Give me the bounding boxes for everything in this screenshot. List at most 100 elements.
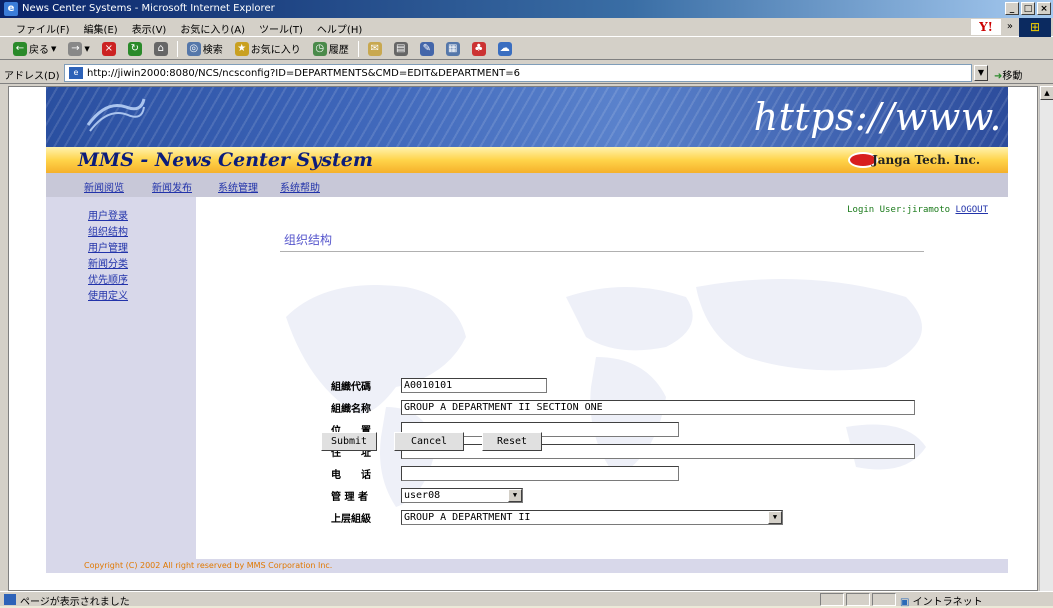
window-controls: _ □ × [1005, 2, 1051, 15]
phone-label: 电 话 [331, 469, 371, 481]
messenger-icon: ♣ [471, 41, 486, 56]
sidebar-item-news-category[interactable]: 新闻分类 [88, 255, 128, 270]
section-title: 组织结构 [284, 233, 333, 247]
sidebar: 用户登录 组织结构 用户管理 新闻分类 优先顺序 使用定义 [46, 197, 196, 559]
address-bar: アドレス(D) e ▼ ➜移動 [0, 62, 1053, 84]
back-button[interactable]: ← 戻る ▼ [10, 41, 59, 56]
home-icon: ⌂ [153, 41, 168, 56]
close-button[interactable]: × [1037, 2, 1051, 15]
sidebar-item-priority[interactable]: 优先顺序 [88, 271, 128, 286]
page-viewport: https://www. MMS - News Center System Ja… [8, 86, 1038, 591]
refresh-icon: ↻ [127, 41, 142, 56]
chevron-down-icon[interactable]: ▼ [508, 488, 522, 502]
stop-button[interactable]: × [99, 41, 119, 56]
search-icon: ◎ [186, 41, 201, 56]
toolbar: ← 戻る ▼ → ▼ × ↻ ⌂ ◎ 検索 ★ お気に入り ◷ 履歴 ✉ ▤ ✎ ▦ ♣ ☁ [0, 38, 1053, 60]
parent-org-select[interactable]: GROUP A DEPARTMENT II ▼ [401, 509, 783, 525]
top-nav: 新闻阅览 新闻发布 系统管理 系统帮助 [46, 173, 1008, 197]
section-divider [280, 251, 924, 252]
sidebar-item-org-structure[interactable]: 组织结构 [88, 223, 128, 238]
address-dropdown-button[interactable]: ▼ [974, 65, 988, 81]
field-row-parent: 上层組級 GROUP A DEPARTMENT II ▼ [331, 509, 783, 525]
refresh-button[interactable]: ↻ [125, 41, 145, 56]
mail-button[interactable]: ✉ [365, 41, 385, 56]
stop-icon: × [101, 41, 116, 56]
field-row-code: 組織代碼 [331, 377, 547, 393]
mail-icon: ✉ [367, 41, 382, 56]
home-button[interactable]: ⌂ [151, 41, 171, 56]
edit-button[interactable]: ✎ [417, 41, 437, 56]
toolbar-chevron[interactable]: » [1007, 21, 1013, 32]
print-button[interactable]: ▤ [391, 41, 411, 56]
address-input-field[interactable] [401, 443, 915, 459]
edit-icon: ✎ [419, 41, 434, 56]
org-code-label: 組織代碼 [331, 381, 371, 393]
address-field[interactable]: e [64, 64, 972, 82]
parent-org-label: 上层組級 [331, 513, 371, 525]
nav-system-help[interactable]: 系统帮助 [280, 179, 320, 194]
org-code-input[interactable] [401, 377, 547, 393]
sidebar-item-usage-definition[interactable]: 使用定义 [88, 287, 128, 302]
address-input[interactable] [87, 66, 971, 80]
login-info: Login User:jiramoto LOGOUT [847, 205, 988, 215]
menu-tools[interactable]: ツール(T) [259, 21, 303, 36]
intranet-icon: ▣ [900, 597, 910, 608]
org-name-input[interactable] [401, 399, 915, 415]
menu-favorites[interactable]: お気に入り(A) [180, 21, 245, 36]
menu-file[interactable]: ファイル(F) [16, 21, 70, 36]
manager-selected-value: user08 [404, 489, 441, 501]
cancel-button[interactable]: Cancel [394, 432, 464, 451]
scroll-up-button[interactable]: ▲ [1040, 86, 1053, 100]
window-title: News Center Systems - Microsoft Internet… [22, 3, 275, 14]
favorites-icon: ★ [234, 41, 249, 56]
sidebar-item-user-login[interactable]: 用户登录 [88, 207, 128, 222]
discuss-button[interactable]: ▦ [443, 41, 463, 56]
app-title: MMS - News Center System [78, 149, 373, 171]
minimize-button[interactable]: _ [1005, 2, 1019, 15]
banner-logo-icon [86, 98, 146, 132]
nav-news-publish[interactable]: 新闻发布 [152, 179, 192, 194]
field-row-manager: 管 理 者 user08 ▼ [331, 487, 523, 503]
submit-button[interactable]: Submit [321, 432, 377, 451]
menu-help[interactable]: ヘルプ(H) [317, 21, 362, 36]
windows-logo-icon: ⊞ [1019, 18, 1051, 37]
favorites-button[interactable]: ★ お気に入り [232, 41, 304, 56]
go-button[interactable]: ➜移動 [994, 67, 1022, 82]
phone-input[interactable] [401, 465, 679, 481]
history-icon: ◷ [312, 41, 327, 56]
print-icon: ▤ [393, 41, 408, 56]
title-bar: e News Center Systems - Microsoft Intern… [0, 0, 1053, 18]
status-bar: ページが表示されました ▣ イントラネット [0, 591, 1053, 608]
chat-icon: ☁ [497, 41, 512, 56]
menu-view[interactable]: 表示(V) [132, 21, 167, 36]
messenger-button[interactable]: ♣ [469, 41, 489, 56]
yahoo-toolbar-icon[interactable]: Y! [971, 19, 1001, 35]
menu-bar: ファイル(F) 編集(E) 表示(V) お気に入り(A) ツール(T) ヘルプ(… [0, 18, 1053, 37]
logout-link[interactable]: LOGOUT [955, 205, 988, 215]
back-arrow-icon: ← [13, 41, 27, 56]
banner-text: https://www. [753, 95, 1002, 139]
forward-button[interactable]: → ▼ [65, 41, 92, 56]
field-row-name: 組織名称 [331, 399, 915, 415]
chevron-down-icon[interactable]: ▼ [768, 510, 782, 524]
manager-select[interactable]: user08 ▼ [401, 487, 523, 503]
browser-window: e News Center Systems - Microsoft Intern… [0, 0, 1053, 608]
forward-arrow-icon: → [68, 41, 83, 56]
main-content: Login User:jiramoto LOGOUT 组织结构 組織代碼 組織名… [196, 197, 1008, 559]
org-name-label: 組織名称 [331, 403, 371, 415]
discuss-icon: ▦ [445, 41, 460, 56]
search-button[interactable]: ◎ 検索 [184, 41, 226, 56]
banner: https://www. [46, 87, 1008, 147]
sidebar-item-user-management[interactable]: 用户管理 [88, 239, 128, 254]
nav-system-admin[interactable]: 系统管理 [218, 179, 258, 194]
history-button[interactable]: ◷ 履歴 [310, 41, 352, 56]
page-icon: e [69, 67, 83, 79]
login-user-text: Login User:jiramoto [847, 205, 951, 215]
menu-edit[interactable]: 編集(E) [84, 21, 118, 36]
chat-button[interactable]: ☁ [495, 41, 515, 56]
parent-org-selected-value: GROUP A DEPARTMENT II [404, 511, 531, 523]
nav-news-browse[interactable]: 新闻阅览 [84, 179, 124, 194]
vertical-scrollbar[interactable]: ▲ [1039, 86, 1053, 591]
reset-button[interactable]: Reset [482, 432, 542, 451]
maximize-button[interactable]: □ [1021, 2, 1035, 15]
